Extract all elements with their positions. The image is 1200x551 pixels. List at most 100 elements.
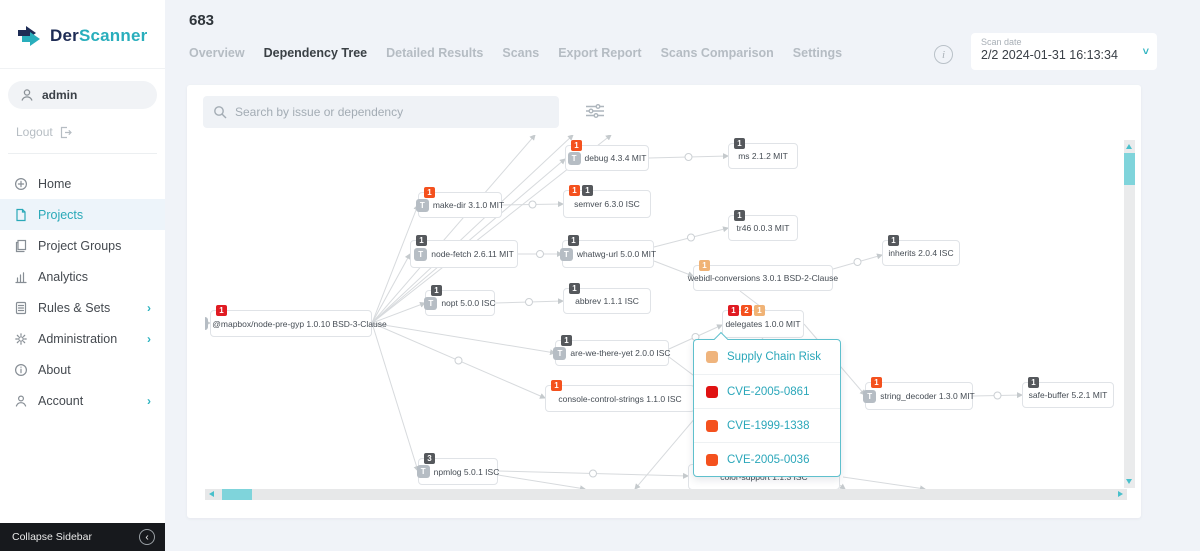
sidebar-item-projects[interactable]: Projects [0,199,165,230]
sidebar-item-label: Analytics [38,269,89,284]
sidebar-item-project-groups[interactable]: Project Groups [0,230,165,261]
graph-node-safe-buffer[interactable]: 1 safe-buffer 5.2.1 MIT [1022,377,1114,408]
issue-count-badge: 1 [728,305,739,316]
issue-count-badge: 1 [569,283,580,294]
graph-node-console-control-strings[interactable]: 1 console-control-strings 1.1.0 ISC [545,380,695,412]
node-label: debug 4.3.4 MIT [584,153,647,163]
graph-node-nopt[interactable]: 1 Tnopt 5.0.0 ISC [424,285,496,316]
horizontal-scroll-thumb[interactable] [222,489,252,500]
sidebar-item-analytics[interactable]: Analytics [0,261,165,292]
issue-count-badge: 1 [561,335,572,346]
sidebar-item-label: Rules & Sets [38,300,111,315]
scroll-down-icon[interactable] [1126,479,1132,484]
username: admin [42,88,78,102]
graph-node-delegates[interactable]: 1 2 1 delegates 1.0.0 MIT [722,305,804,338]
tab-scans[interactable]: Scans [502,46,539,60]
collapse-chevron-icon: ‹ [139,529,155,545]
popup-item-cve-2005-0861[interactable]: CVE-2005-0861 [694,374,840,408]
issue-count-badge: 1 [734,138,745,149]
collapse-sidebar-button[interactable]: Collapse Sidebar ‹ [0,523,165,551]
scroll-left-icon[interactable] [209,491,214,497]
brand-logo[interactable]: DerScanner [0,0,165,69]
sidebar-item-administration[interactable]: Administration › [0,323,165,354]
node-badges: 1 [888,235,899,246]
tab-export-report[interactable]: Export Report [558,46,641,60]
horizontal-scrollbar[interactable] [205,489,1127,500]
scroll-up-icon[interactable] [1126,144,1132,149]
node-badges: 1 [424,187,435,198]
graph-node-debug[interactable]: 1 Tdebug 4.3.4 MIT [565,140,649,171]
sidebar-item-home[interactable]: Home [0,168,165,199]
sidebar-item-label: Home [38,176,72,191]
graph-node-whatwg-url[interactable]: 1 Twhatwg-url 5.0.0 MIT [559,235,656,268]
graph-node-mapbox-node-pre-gyp[interactable]: 1T@mapbox/node-pre-gyp 1.0.10 BSD-3-Clau… [205,305,387,337]
popup-item-cve-2005-0036[interactable]: CVE-2005-0036 [694,442,840,476]
user-menu[interactable]: admin [8,81,157,109]
node-badges: 1 [734,210,745,221]
node-label: inherits 2.0.4 ISC [888,248,954,258]
issue-count-badge: 1 [416,235,427,246]
node-label: safe-buffer 5.2.1 MIT [1028,390,1108,400]
issue-count-badge: 1 [216,305,227,316]
sidebar-item-rules-sets[interactable]: Rules & Sets › [0,292,165,323]
graph-node-inherits[interactable]: 1 inherits 2.0.4 ISC [882,235,960,266]
tab-scans-comparison[interactable]: Scans Comparison [661,46,774,60]
graph-node-tr46[interactable]: 1 tr46 0.0.3 MIT [728,210,798,241]
vertical-scrollbar[interactable] [1124,140,1135,488]
tab-settings[interactable]: Settings [793,46,842,60]
node-label: delegates 1.0.0 MIT [725,319,801,329]
issue-count-badge: 1 [582,185,593,196]
tab-dependency-tree[interactable]: Dependency Tree [264,46,368,60]
sidebar-nav: Home Projects Project Groups Analytics Rules… [0,168,165,416]
popup-item-cve-1999-1338[interactable]: CVE-1999-1338 [694,408,840,442]
graph-node-webidl-conversions[interactable]: 1 webidl-conversions 3.0.1 BSD-2-Clause [688,260,838,291]
graph-node-are-we-there-yet[interactable]: 1 Tare-we-there-yet 2.0.0 ISC [553,335,671,366]
chevron-right-icon: › [147,300,151,315]
node-badges: 1 [1028,377,1039,388]
scan-date-select[interactable]: Scan date 2/2 2024-01-31 16:13:34 ˅ [971,33,1157,70]
package-icon: T [424,296,438,310]
sidebar-item-account[interactable]: Account › [0,385,165,416]
logout-button[interactable]: Logout [0,109,165,153]
graph-node-abbrev[interactable]: 1 abbrev 1.1.1 ISC [563,283,651,314]
graph-node-node-fetch[interactable]: 1 Tnode-fetch 2.6.11 MIT [410,235,518,268]
graph-node-string_decoder[interactable]: 1 Tstring_decoder 1.3.0 MIT [863,377,975,410]
logout-icon [60,126,72,138]
graph-node-ms[interactable]: 1 ms 2.1.2 MIT [728,138,798,169]
tab-overview[interactable]: Overview [189,46,245,60]
info-icon[interactable]: i [934,45,953,64]
user-avatar-icon [21,89,33,101]
sidebar-item-about[interactable]: About [0,354,165,385]
package-icon: T [553,346,567,360]
issue-count-badge: 1 [871,377,882,388]
sidebar-item-label: Projects [38,207,84,222]
node-badges: 121 [728,305,765,316]
search-icon [214,106,227,119]
account-icon [14,394,28,408]
search-input[interactable] [235,105,549,119]
app-root: DerScanner admin Logout Home Projects Proj… [0,0,1200,551]
graph-node-npmlog[interactable]: 3 Tnpmlog 5.0.1 ISC [416,453,500,485]
chevron-down-icon: ˅ [1142,46,1149,58]
node-label: make-dir 3.1.0 MIT [432,200,505,210]
sidebar-item-label: Project Groups [38,238,122,253]
graph-node-make-dir[interactable]: 1 Tmake-dir 3.1.0 MIT [415,187,505,218]
node-badges: 1 [551,380,562,391]
issue-count-badge: 2 [741,305,752,316]
node-badges: 1 [871,377,882,388]
sidebar: DerScanner admin Logout Home Projects Proj… [0,0,165,551]
node-label: npmlog 5.0.1 ISC [433,466,500,477]
node-badges: 1 [569,283,580,294]
popup-item-supply-chain-risk[interactable]: Supply Chain Risk [694,340,840,374]
vertical-scroll-thumb[interactable] [1124,153,1135,185]
sidebar-item-label: About [38,362,71,377]
node-label: node-fetch 2.6.11 MIT [431,249,514,259]
filter-sliders-icon[interactable] [585,102,605,120]
tab-bar: Overview Dependency Tree Detailed Results S… [189,46,842,60]
scroll-right-icon[interactable] [1118,491,1123,497]
tab-detailed-results[interactable]: Detailed Results [386,46,483,60]
graph-node-semver[interactable]: 1 1 semver 6.3.0 ISC [563,185,651,218]
issue-count-badge: 1 [888,235,899,246]
package-icon: T [415,198,429,212]
node-label: webidl-conversions 3.0.1 BSD-2-Clause [687,273,839,283]
